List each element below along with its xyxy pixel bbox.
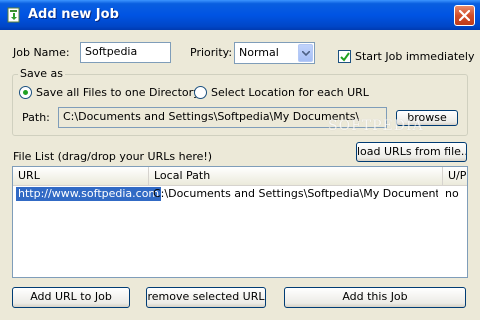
file-list-label: File List (drag/drop your URLs here!) xyxy=(13,150,213,163)
title-bar[interactable]: Add new Job xyxy=(0,0,480,30)
check-icon xyxy=(340,52,350,62)
remove-selected-url-button-label: remove selected URL xyxy=(147,290,265,303)
row-up-cell[interactable]: no xyxy=(445,187,459,201)
column-header-local-path[interactable]: Local Path xyxy=(149,167,443,185)
priority-value: Normal xyxy=(239,46,279,59)
priority-select[interactable]: Normal xyxy=(234,42,315,64)
file-list[interactable]: URL Local Path U/P http://www.softpedia.… xyxy=(12,166,468,278)
column-header-up[interactable]: U/P xyxy=(443,167,467,185)
remove-selected-url-button[interactable]: remove selected URL xyxy=(146,287,266,308)
path-label: Path: xyxy=(22,111,50,124)
file-list-header: URL Local Path U/P xyxy=(13,167,467,186)
load-urls-button[interactable]: load URLs from file... xyxy=(356,142,467,162)
radio-one-directory-label[interactable]: Save all Files to one Directory xyxy=(36,86,200,99)
start-immediately-label[interactable]: Start Job immediately xyxy=(355,50,475,63)
chevron-down-icon xyxy=(302,51,310,56)
row-url-cell[interactable]: http://www.softpedia.com xyxy=(16,187,162,201)
load-urls-button-label: load URLs from file... xyxy=(357,145,467,158)
save-as-legend: Save as xyxy=(18,67,65,80)
radio-selected-dot xyxy=(23,90,28,95)
download-icon xyxy=(6,7,22,23)
job-name-label: Job Name: xyxy=(13,46,70,59)
close-button[interactable] xyxy=(454,5,475,26)
window-title: Add new Job xyxy=(28,7,119,22)
add-this-job-button-label: Add this Job xyxy=(342,290,408,303)
job-name-field[interactable]: Softpedia xyxy=(80,42,171,63)
add-url-button-label: Add URL to Job xyxy=(30,290,112,303)
priority-dropdown-button[interactable] xyxy=(298,44,313,62)
column-header-url[interactable]: URL xyxy=(13,167,149,185)
add-url-button[interactable]: Add URL to Job xyxy=(12,287,130,308)
radio-each-url-label[interactable]: Select Location for each URL xyxy=(211,86,369,99)
add-this-job-button[interactable]: Add this Job xyxy=(284,287,466,308)
softpedia-watermark: SOFTPEDIA xyxy=(328,118,424,134)
start-immediately-checkbox[interactable] xyxy=(338,50,351,63)
add-job-dialog: Add new Job Job Name: Softpedia Priority… xyxy=(0,0,480,320)
priority-label: Priority: xyxy=(190,46,233,59)
radio-one-directory[interactable] xyxy=(19,86,32,99)
radio-each-url[interactable] xyxy=(194,86,207,99)
close-icon xyxy=(459,10,470,21)
row-local-path-cell[interactable]: C:\Documents and Settings\Softpedia\My D… xyxy=(153,187,438,201)
